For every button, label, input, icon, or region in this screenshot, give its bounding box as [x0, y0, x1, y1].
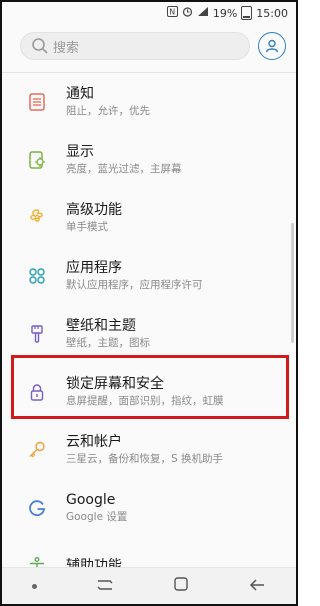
profile-icon [265, 39, 279, 53]
settings-item-advanced-features[interactable]: 高级功能 单手模式 [2, 189, 296, 247]
settings-item-subtitle: 三星云，备份和恢复，S 换机助手 [66, 453, 224, 465]
settings-header: 搜索 [2, 24, 296, 68]
search-placeholder: 搜索 [53, 40, 80, 56]
lock-icon [26, 381, 48, 403]
settings-item-subtitle: 默认应用程序，应用程序许可 [66, 279, 203, 291]
settings-item-title: 壁纸和主题 [66, 318, 136, 334]
brush-icon [26, 323, 48, 345]
back-icon[interactable] [248, 577, 266, 596]
clock: 15:00 [256, 6, 288, 20]
recents-icon[interactable] [96, 577, 114, 596]
settings-item-title: Google [66, 492, 116, 508]
apps-icon [26, 265, 48, 287]
display-icon [26, 149, 48, 171]
svg-text:N: N [169, 8, 175, 17]
settings-item-subtitle: 阻止，允许，优先 [66, 105, 150, 117]
settings-item-title: 显示 [66, 144, 94, 160]
key-icon [26, 439, 48, 461]
settings-item-cloud-accounts[interactable]: 云和帐户 三星云，备份和恢复，S 换机助手 [2, 421, 296, 479]
settings-item-title: 云和帐户 [66, 434, 122, 450]
notification-icon [26, 91, 48, 113]
settings-item-notifications[interactable]: 通知 阻止，允许，优先 [2, 73, 296, 131]
settings-item-title: 通知 [66, 86, 94, 102]
profile-button[interactable] [258, 32, 286, 60]
settings-item-subtitle: Google 设置 [66, 511, 128, 523]
settings-item-subtitle: 壁纸，主题，图标 [66, 337, 150, 349]
settings-item-display[interactable]: 显示 亮度，蓝光过滤，主屏幕 [2, 131, 296, 189]
advanced-features-icon [26, 207, 48, 229]
navigation-bar [2, 567, 296, 604]
settings-item-apps[interactable]: 应用程序 默认应用程序，应用程序许可 [2, 247, 296, 305]
settings-item-google[interactable]: Google Google 设置 [2, 479, 296, 537]
google-icon [26, 497, 48, 519]
status-bar: N 19% 15:00 [2, 2, 296, 24]
scrollbar[interactable] [291, 223, 294, 343]
battery-icon [241, 6, 253, 20]
home-icon[interactable] [173, 576, 189, 596]
alarm-icon [182, 6, 193, 20]
settings-item-lock-screen-security[interactable]: 锁定屏幕和安全 息屏提醒，面部识别，指纹，虹膜 [2, 363, 296, 421]
search-icon [32, 38, 48, 54]
settings-item-subtitle: 息屏提醒，面部识别，指纹，虹膜 [66, 395, 224, 407]
battery-percent: 19% [212, 6, 238, 20]
settings-item-title: 高级功能 [66, 202, 122, 218]
nav-dot-icon[interactable] [31, 583, 37, 589]
signal-icon [197, 6, 209, 20]
settings-item-wallpaper-themes[interactable]: 壁纸和主题 壁纸，主题，图标 [2, 305, 296, 363]
nfc-icon: N [166, 6, 178, 20]
search-input[interactable]: 搜索 [20, 32, 250, 60]
settings-item-title: 锁定屏幕和安全 [66, 376, 164, 392]
settings-item-title: 应用程序 [66, 260, 122, 276]
settings-item-subtitle: 亮度，蓝光过滤，主屏幕 [66, 163, 182, 175]
settings-item-subtitle: 单手模式 [66, 221, 108, 233]
phone-screen: N 19% 15:00 搜索 通知 阻止，允许，优先 显示 亮度，蓝光过滤，主屏… [0, 0, 298, 606]
settings-list: 通知 阻止，允许，优先 显示 亮度，蓝光过滤，主屏幕 高级功能 单手模式 应用程… [2, 73, 296, 595]
